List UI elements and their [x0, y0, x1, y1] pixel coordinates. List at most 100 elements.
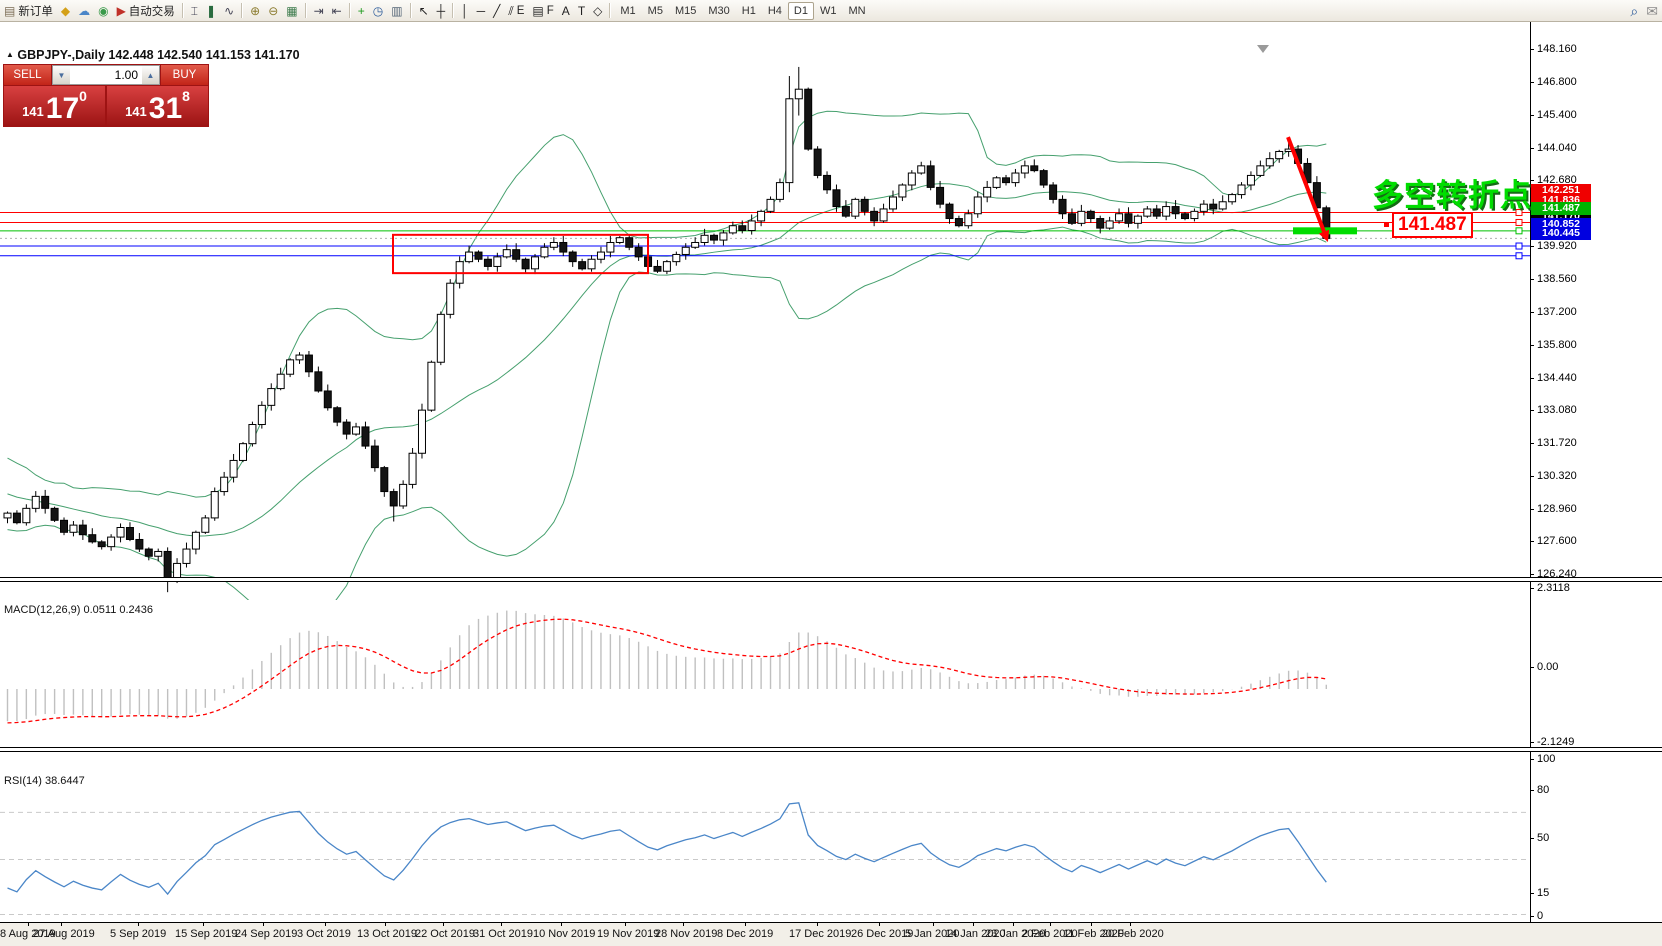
buy-price-display[interactable]: 141 31 8 — [107, 86, 208, 126]
chat-button[interactable]: ✉ — [1642, 2, 1662, 19]
funnel-button[interactable]: ◆ — [57, 2, 74, 19]
sell-price-display[interactable]: 141 17 0 — [4, 86, 105, 126]
vertical-line-icon: │ — [461, 5, 469, 17]
candlestick-chart-button[interactable]: ❚ — [202, 2, 220, 19]
timeframe-mn[interactable]: MN — [842, 2, 871, 20]
turning-point-annotation[interactable]: 多空转折点 — [1372, 170, 1532, 215]
volume-down-button[interactable]: ▼ — [53, 66, 70, 84]
main-toolbar: ▤新订单◆☁◉▶自动交易⌶❚∿⊕⊖▦⇥⇤+◷▥↖┼│─╱⫽E▤FAT◇M1M5M… — [0, 0, 1662, 22]
cursor-button[interactable]: ↖ — [415, 2, 433, 19]
candle-body — [1078, 211, 1085, 223]
pane-separator[interactable] — [0, 577, 1662, 582]
timeframe-h4[interactable]: H4 — [762, 2, 788, 20]
trendline-icon: ╱ — [493, 5, 500, 17]
market-profile-button[interactable]: ☁ — [74, 2, 94, 19]
vertical-line-button[interactable]: │ — [457, 2, 473, 19]
cursor-icon: ↖ — [419, 5, 429, 17]
hline-handle[interactable] — [1516, 243, 1522, 249]
zoom-in-icon: ⊕ — [250, 5, 260, 17]
horizontal-line-button[interactable]: ─ — [473, 2, 490, 19]
crosshair-button[interactable]: ┼ — [433, 2, 450, 19]
zoom-in-button[interactable]: ⊕ — [246, 2, 264, 19]
bollinger-lower-band — [8, 227, 1327, 600]
signal-button[interactable]: ◉ — [94, 2, 112, 19]
rsi-pane[interactable] — [0, 772, 1530, 944]
candle-body — [880, 209, 887, 221]
timeframe-h1[interactable]: H1 — [736, 2, 762, 20]
hline-handle[interactable] — [1516, 228, 1522, 234]
volume-input[interactable] — [70, 66, 142, 84]
sell-price-big: 17 — [46, 95, 79, 124]
candle-body — [296, 355, 303, 360]
shapes-button[interactable]: ◇ — [589, 2, 606, 19]
candle-body — [108, 537, 115, 547]
text-button[interactable]: A — [558, 2, 574, 19]
candle-body — [899, 185, 906, 197]
timeframe-m5[interactable]: M5 — [642, 2, 669, 20]
add-indicator-button[interactable]: + — [354, 2, 369, 19]
trendline-button[interactable]: ╱ — [489, 2, 504, 19]
equidistant-channel-button[interactable]: ⫽E — [504, 2, 528, 19]
pane-separator[interactable] — [0, 747, 1662, 752]
collapse-arrow-icon[interactable]: ▲ — [6, 50, 14, 59]
candle-body — [824, 175, 831, 189]
candle-body — [1247, 175, 1254, 185]
candle-body — [776, 183, 783, 200]
zoom-out-button[interactable]: ⊖ — [264, 2, 282, 19]
chart-shift-marker[interactable] — [1257, 45, 1269, 53]
candle-body — [61, 520, 68, 532]
date-tick — [625, 923, 626, 926]
periods-clock-button[interactable]: ◷ — [369, 2, 387, 19]
candle-body — [418, 410, 425, 453]
macd-pane[interactable] — [0, 602, 1530, 769]
chart-shift-button[interactable]: ⇤ — [328, 2, 346, 19]
candle-body — [155, 551, 162, 556]
time-axis[interactable]: 8 Aug 201927 Aug 20195 Sep 201915 Sep 20… — [0, 923, 1662, 946]
price-tick-label: 146.800 — [1537, 76, 1577, 88]
candle-body — [1050, 185, 1057, 199]
line-chart-icon: ∿ — [224, 5, 234, 17]
candle-body — [371, 446, 378, 468]
timeframe-m1[interactable]: M1 — [614, 2, 641, 20]
toolbar-separator — [349, 3, 351, 18]
bar-chart-button[interactable]: ⌶ — [187, 2, 202, 19]
tile-windows-button[interactable]: ▦ — [282, 2, 301, 19]
volume-up-button[interactable]: ▲ — [142, 66, 159, 84]
autotrade-button[interactable]: ▶自动交易 — [113, 2, 179, 19]
candle-body — [32, 496, 39, 508]
timeframe-d1[interactable]: D1 — [788, 2, 814, 20]
date-label: 31 Oct 2019 — [473, 928, 533, 940]
hline-handle[interactable] — [1516, 219, 1522, 225]
toolbar-separator — [241, 3, 243, 18]
date-label: 19 Nov 2019 — [597, 928, 659, 940]
line-chart-button[interactable]: ∿ — [220, 2, 238, 19]
new-order-button[interactable]: ▤新订单 — [0, 2, 57, 19]
search-button[interactable]: ⌕ — [1626, 2, 1642, 19]
hline-handle[interactable] — [1516, 253, 1522, 259]
fibonacci-button[interactable]: ▤F — [528, 2, 557, 19]
candle-body — [852, 199, 859, 216]
candle-body — [805, 89, 812, 149]
candle-body — [532, 257, 539, 269]
candle-body — [268, 389, 275, 406]
candle-body — [1021, 166, 1028, 173]
sell-button[interactable]: SELL — [4, 65, 51, 85]
price-callout-label[interactable]: 141.487 — [1392, 212, 1473, 238]
consolidation-rectangle[interactable] — [393, 235, 648, 273]
timeframe-w1[interactable]: W1 — [814, 2, 843, 20]
candle-body — [1276, 151, 1283, 158]
buy-button[interactable]: BUY — [161, 65, 208, 85]
templates-button[interactable]: ▥ — [387, 2, 406, 19]
candle-body — [1040, 171, 1047, 185]
candle-body — [277, 374, 284, 388]
candle-body — [70, 525, 77, 532]
rsi-label: RSI(14) 38.6447 — [4, 775, 85, 787]
text-label-button[interactable]: T — [574, 2, 589, 19]
auto-scroll-button[interactable]: ⇥ — [310, 2, 328, 19]
main-price-pane[interactable] — [0, 44, 1530, 600]
timeframe-m15[interactable]: M15 — [669, 2, 702, 20]
candle-body — [814, 149, 821, 175]
candle-body — [974, 197, 981, 214]
timeframe-m30[interactable]: M30 — [702, 2, 735, 20]
candle-body — [1191, 211, 1198, 218]
